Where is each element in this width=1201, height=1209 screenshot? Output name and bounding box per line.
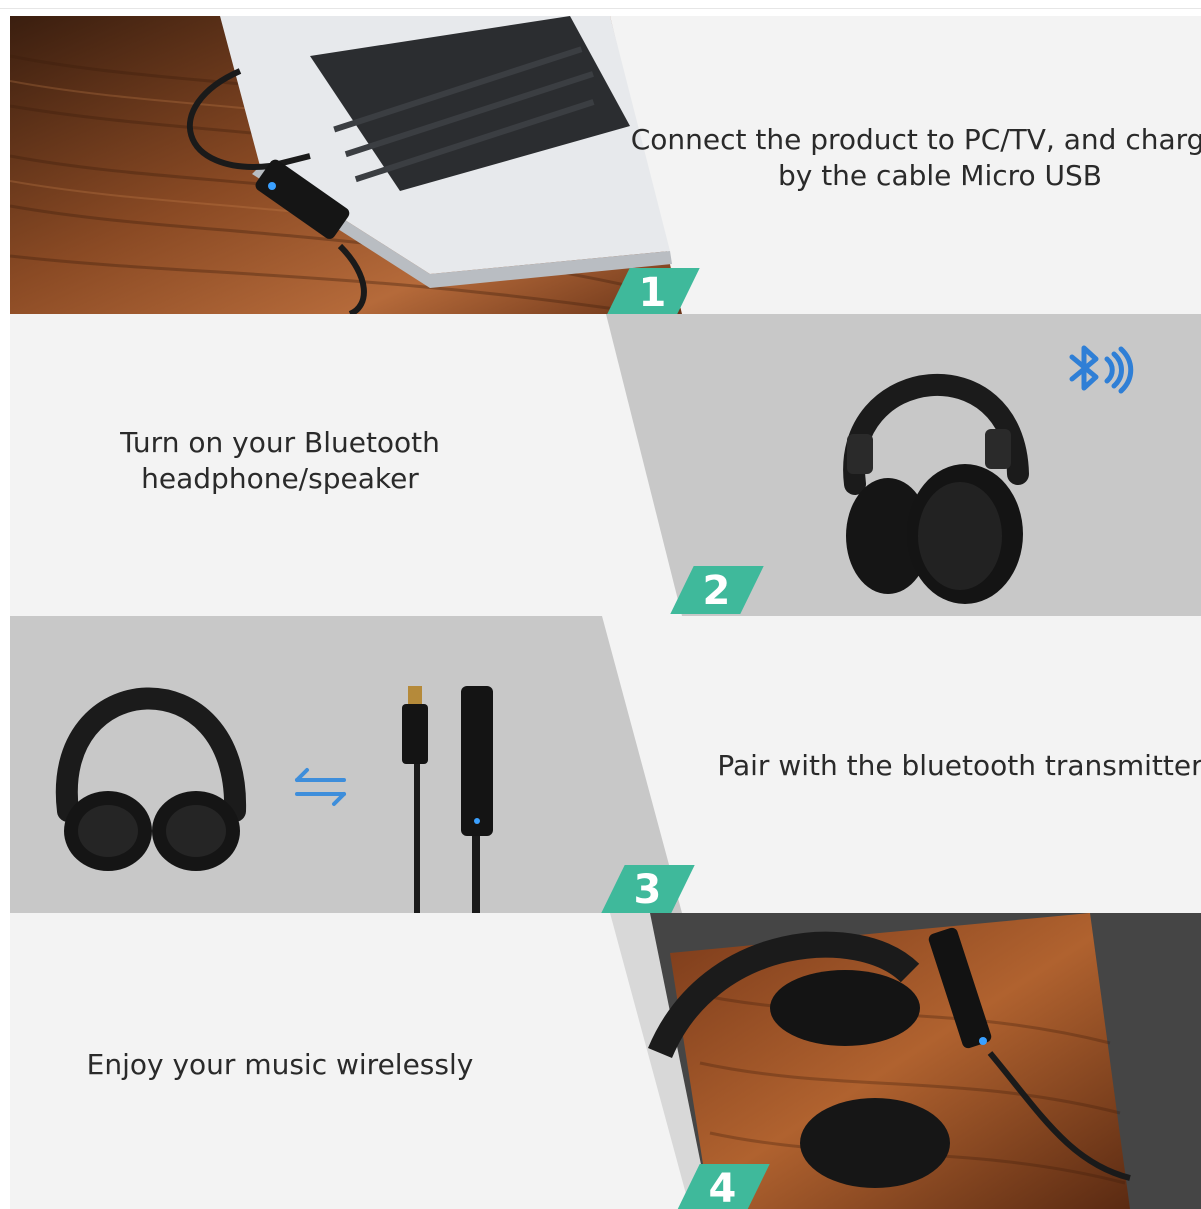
step-2-caption: Turn on your Bluetooth headphone/speaker (120, 426, 440, 495)
step-1-number: 1 (638, 270, 667, 314)
step-2: Turn on your Bluetooth headphone/speaker… (10, 314, 1201, 616)
step-3-number: 3 (633, 867, 662, 913)
top-divider (0, 8, 1201, 9)
step-3: Pair with the bluetooth transmitter 3 (10, 616, 1201, 913)
step-4: Enjoy your music wirelessly 4 (10, 913, 1201, 1209)
step-1-caption: Connect the product to PC/TV, and charge… (630, 123, 1201, 192)
instruction-page: Connect the product to PC/TV, and charge… (0, 0, 1201, 1209)
step-1: Connect the product to PC/TV, and charge… (10, 16, 1201, 314)
step-2-number: 2 (702, 568, 731, 614)
step-4-caption: Enjoy your music wirelessly (86, 1048, 474, 1081)
step-3-caption: Pair with the bluetooth transmitter (717, 749, 1201, 782)
step-4-number: 4 (708, 1166, 737, 1209)
